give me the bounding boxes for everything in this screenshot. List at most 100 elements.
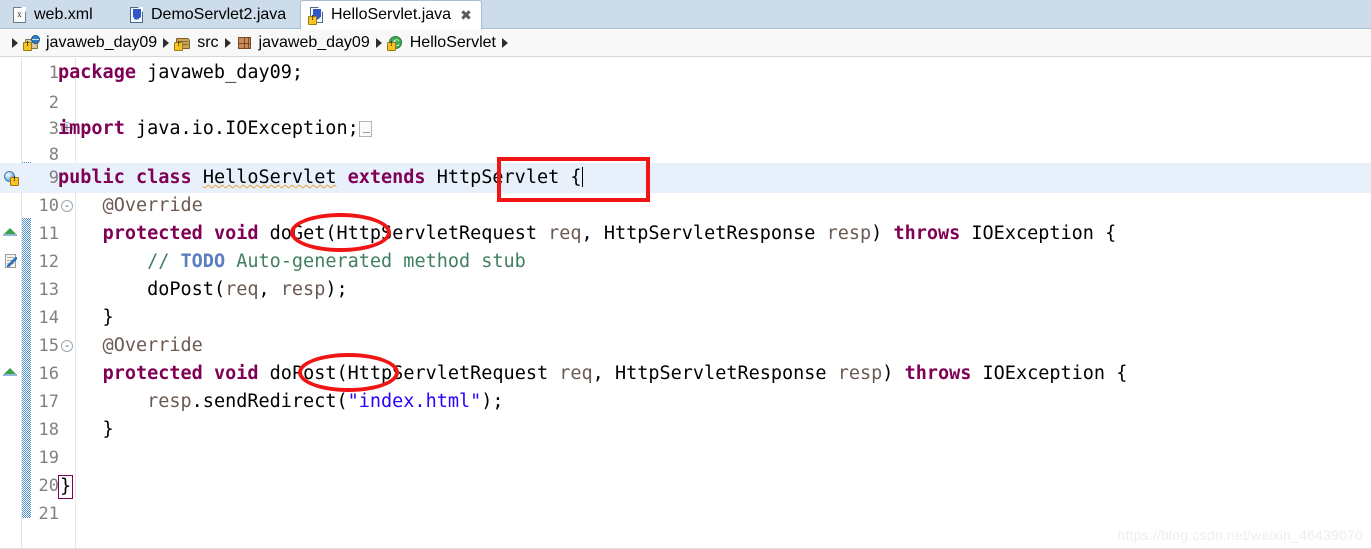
tab-label: DemoServlet2.java: [151, 6, 287, 23]
keyword-throws: throws: [904, 363, 972, 384]
package-icon: [237, 35, 254, 51]
code-line-3[interactable]: import java.io.IOException;: [58, 114, 372, 144]
annotation-override: @Override: [58, 195, 203, 216]
annotation-override: @Override: [58, 335, 203, 356]
string-index-html: "index.html": [347, 391, 482, 412]
keyword-void: void: [213, 363, 259, 384]
matching-bracket: }: [58, 475, 74, 499]
breadcrumb: javaweb_day09 src javaweb_day09 HelloSer…: [0, 30, 1371, 57]
tab-helloservlet-java[interactable]: HelloServlet.java ✖: [300, 0, 482, 30]
breadcrumb-label: HelloServlet: [409, 34, 496, 51]
source-folder-icon: [174, 35, 192, 51]
keyword-void: void: [213, 223, 259, 244]
line-number: 20: [38, 476, 59, 496]
code-line-15[interactable]: @Override: [58, 331, 203, 361]
type-ioexception: IOException: [982, 363, 1106, 384]
line-number: 12: [38, 252, 59, 272]
code-text: );: [481, 391, 504, 412]
line-number: 10: [38, 196, 59, 216]
breadcrumb-item-project[interactable]: javaweb_day09: [23, 34, 157, 52]
method-sendredirect: .sendRedirect(: [191, 391, 348, 412]
code-line-13[interactable]: doPost(req, resp);: [58, 275, 348, 305]
text-caret: [581, 167, 583, 187]
keyword-package: package: [58, 62, 136, 83]
param-resp: resp: [826, 223, 872, 244]
type-httpservlet: HttpServlet: [436, 167, 560, 188]
tab-web-xml[interactable]: x web.xml: [4, 1, 102, 29]
keyword-public: public: [58, 167, 125, 188]
chevron-right-icon: [502, 38, 508, 48]
eclipse-java-editor-window: x web.xml DemoServlet2.java HelloServlet…: [0, 0, 1371, 549]
tab-label: web.xml: [34, 6, 93, 23]
watermark-text: https://blog.csdn.net/weixin_46439070: [1117, 527, 1363, 543]
line-number: 11: [38, 224, 59, 244]
arg-resp: resp: [280, 279, 326, 300]
type-httpservletresponse: HttpServletResponse: [603, 223, 816, 244]
type-httpservletrequest: HttpServletRequest: [336, 223, 537, 244]
chevron-right-icon: [12, 38, 18, 48]
code-editor[interactable]: 1 package javaweb_day09; 2 3 + import ja…: [0, 58, 1371, 549]
web-project-icon: [23, 35, 41, 51]
type-httpservletrequest: HttpServletRequest: [347, 363, 549, 384]
line-number: 16: [38, 364, 59, 384]
code-text: java.io.IOException;: [124, 118, 359, 139]
keyword-extends: extends: [347, 167, 426, 188]
code-line-20[interactable]: }: [58, 471, 74, 501]
arg-req: req: [225, 279, 259, 300]
chevron-right-icon: [224, 38, 231, 48]
method-dopost: doPost: [269, 363, 337, 384]
line-number: 13: [38, 280, 59, 300]
keyword-protected: protected: [102, 223, 203, 244]
code-line-16[interactable]: protected void doPost(HttpServletRequest…: [58, 359, 1128, 389]
change-marker: [22, 218, 31, 518]
keyword-throws: throws: [893, 223, 961, 244]
breadcrumb-item-class[interactable]: HelloServlet: [386, 34, 496, 52]
override-marker-icon[interactable]: [3, 366, 17, 376]
java-file-icon: [129, 6, 145, 24]
type-helloservlet: HelloServlet: [202, 167, 337, 188]
chevron-right-icon: [375, 38, 382, 48]
line-number: 17: [38, 392, 59, 412]
comment-slashes: //: [147, 251, 181, 272]
comment-text: Auto-generated method stub: [225, 251, 526, 272]
warning-marker-icon[interactable]: [3, 170, 19, 186]
line-number: 15: [38, 336, 59, 356]
code-text: {: [559, 167, 582, 188]
param-resp: resp: [837, 363, 883, 384]
collapsed-region-icon[interactable]: [358, 121, 372, 137]
method-call-dopost: doPost: [147, 279, 214, 300]
type-ioexception: IOException: [971, 223, 1094, 244]
code-line-12[interactable]: // TODO Auto-generated method stub: [58, 247, 526, 277]
code-line-17[interactable]: resp.sendRedirect("index.html");: [58, 387, 504, 417]
param-req: req: [548, 223, 582, 244]
code-line-11[interactable]: protected void doGet(HttpServletRequest …: [58, 219, 1117, 249]
java-class-icon: [386, 35, 405, 51]
keyword-protected: protected: [102, 363, 203, 384]
code-line-9[interactable]: public class HelloServlet extends HttpSe…: [58, 163, 583, 193]
method-doget: doGet: [269, 223, 326, 244]
code-line-10[interactable]: @Override: [58, 191, 203, 221]
code-line-18[interactable]: }: [58, 415, 114, 445]
keyword-class: class: [135, 167, 192, 188]
line-number: 14: [38, 308, 59, 328]
chevron-right-icon: [163, 38, 170, 48]
type-httpservletresponse: HttpServletResponse: [614, 363, 827, 384]
override-marker-icon[interactable]: [3, 226, 17, 236]
editor-tab-bar: x web.xml DemoServlet2.java HelloServlet…: [0, 0, 1371, 30]
code-line-14[interactable]: }: [58, 303, 114, 333]
variable-resp: resp: [147, 391, 192, 412]
breadcrumb-item-package[interactable]: javaweb_day09: [237, 34, 370, 52]
line-number: 21: [38, 504, 59, 524]
marker-gutter[interactable]: [0, 58, 22, 549]
close-icon[interactable]: ✖: [460, 8, 472, 22]
breadcrumb-item-src[interactable]: src: [174, 34, 219, 52]
todo-task-marker-icon[interactable]: [3, 254, 18, 270]
code-text: javaweb_day09;: [135, 62, 304, 83]
change-bar: [22, 58, 31, 549]
tab-label: HelloServlet.java: [331, 6, 452, 23]
breadcrumb-label: src: [197, 34, 219, 51]
param-req: req: [559, 363, 593, 384]
tab-demoservlet2-java[interactable]: DemoServlet2.java: [121, 1, 295, 29]
code-line-1[interactable]: package javaweb_day09;: [58, 58, 303, 88]
breadcrumb-label: javaweb_day09: [258, 34, 370, 51]
